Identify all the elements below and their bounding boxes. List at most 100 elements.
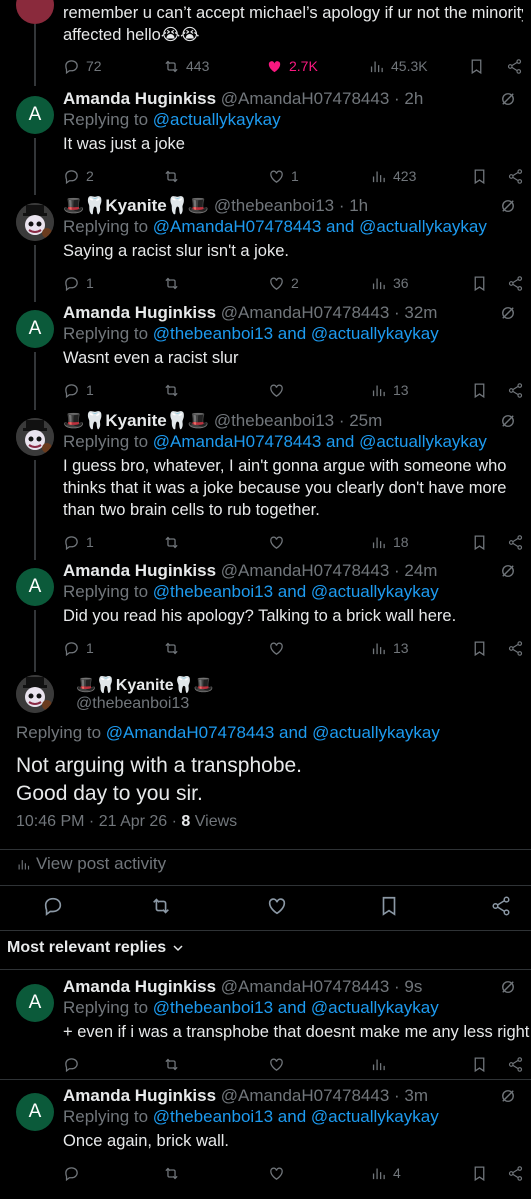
views-button[interactable]: [370, 1053, 393, 1075]
bookmark-button[interactable]: [471, 1162, 488, 1184]
replying-to-link[interactable]: @thebeanboi13 and @actuallykaykay: [153, 998, 439, 1017]
author-name[interactable]: Amanda Huginkiss: [63, 89, 216, 108]
views-button[interactable]: 13: [370, 379, 409, 401]
author-name[interactable]: Amanda Huginkiss: [63, 561, 216, 580]
avatar[interactable]: A: [16, 984, 54, 1022]
share-button[interactable]: [507, 531, 524, 553]
bookmark-button[interactable]: [471, 379, 488, 401]
bookmark-button[interactable]: [471, 272, 488, 294]
views-button[interactable]: 45.3K: [368, 55, 428, 77]
reply-button[interactable]: 1: [63, 531, 94, 553]
share-button[interactable]: [507, 1053, 524, 1075]
author-name[interactable]: Amanda Huginkiss: [63, 303, 216, 322]
like-button[interactable]: [268, 1162, 291, 1184]
reply-tweet[interactable]: 🎩🦷Kyanite🦷🎩 @thebeanboi13 · 1h Replying t…: [0, 195, 531, 302]
author-name[interactable]: 🎩🦷Kyanite🦷🎩: [63, 411, 209, 430]
avatar[interactable]: A: [16, 568, 54, 606]
avatar[interactable]: A: [16, 96, 54, 134]
reply-tweet[interactable]: A Amanda Huginkiss @AmandaH07478443 · 24m…: [0, 560, 531, 672]
views-button[interactable]: 13: [370, 637, 409, 659]
replying-to-link[interactable]: @AmandaH07478443 and @actuallykaykay: [106, 723, 440, 742]
reply-tweet[interactable]: A Amanda Huginkiss @AmandaH07478443 · 32m…: [0, 302, 531, 410]
grok-icon[interactable]: [499, 1087, 517, 1105]
like-button[interactable]: [268, 1053, 291, 1075]
reply-tweet[interactable]: 🎩🦷Kyanite🦷🎩 @thebeanboi13 · 25m Replying …: [0, 410, 531, 560]
share-button[interactable]: [507, 165, 524, 187]
grok-icon[interactable]: [499, 90, 517, 108]
views-button[interactable]: 36: [370, 272, 409, 294]
avatar[interactable]: [16, 203, 54, 241]
bookmark-icon[interactable]: [378, 895, 400, 917]
like-button[interactable]: 1: [268, 165, 299, 187]
reply-button[interactable]: 1: [63, 637, 94, 659]
share-button[interactable]: [507, 272, 524, 294]
repost-icon[interactable]: [150, 895, 172, 917]
replying-to-link[interactable]: @actuallykaykay: [153, 110, 281, 129]
author-name[interactable]: Amanda Huginkiss: [63, 977, 216, 996]
replying-to-link[interactable]: @thebeanboi13 and @actuallykaykay: [153, 324, 439, 343]
like-button[interactable]: [268, 531, 291, 553]
like-button[interactable]: 2: [268, 272, 299, 294]
like-button[interactable]: [268, 637, 291, 659]
top-tweet-avatar[interactable]: [16, 0, 54, 24]
repost-button[interactable]: [163, 165, 186, 187]
views-button[interactable]: 4: [370, 1162, 401, 1184]
repost-button[interactable]: [163, 1053, 186, 1075]
repost-button[interactable]: [163, 272, 186, 294]
replying-to-link[interactable]: @thebeanboi13 and @actuallykaykay: [153, 1107, 439, 1126]
reply-tweet[interactable]: A Amanda Huginkiss @AmandaH07478443 · 2h R…: [0, 88, 531, 195]
share-button[interactable]: [507, 637, 524, 659]
share-button[interactable]: [506, 55, 523, 77]
avatar[interactable]: A: [16, 310, 54, 348]
bookmark-button[interactable]: [471, 531, 488, 553]
author-handle[interactable]: @AmandaH07478443 · 3m: [221, 1086, 428, 1105]
author-name[interactable]: Amanda Huginkiss: [63, 1086, 216, 1105]
author-handle[interactable]: @AmandaH07478443 · 32m: [221, 303, 438, 322]
view-activity-link[interactable]: View post activity: [16, 854, 166, 874]
author-handle[interactable]: @thebeanboi13 · 1h: [214, 196, 368, 215]
reply-button[interactable]: [63, 1053, 86, 1075]
avatar[interactable]: [16, 675, 54, 713]
reply-button[interactable]: [63, 1162, 86, 1184]
repost-button[interactable]: 443: [163, 55, 209, 77]
reply-tweet[interactable]: A Amanda Huginkiss @AmandaH07478443 · 3m R…: [0, 1085, 531, 1193]
repost-button[interactable]: [163, 1162, 186, 1184]
reply-button[interactable]: 72: [63, 55, 102, 77]
author-handle[interactable]: @thebeanboi13: [76, 695, 189, 713]
author-handle[interactable]: @AmandaH07478443 · 24m: [221, 561, 438, 580]
grok-icon[interactable]: [499, 412, 517, 430]
grok-icon[interactable]: [499, 304, 517, 322]
author-handle[interactable]: @AmandaH07478443 · 9s: [221, 977, 423, 996]
grok-icon[interactable]: [499, 562, 517, 580]
reply-button[interactable]: 1: [63, 379, 94, 401]
sort-dropdown[interactable]: Most relevant replies: [7, 939, 184, 957]
replying-to-link[interactable]: @AmandaH07478443 and @actuallykaykay: [153, 217, 487, 236]
reply-button[interactable]: 2: [63, 165, 94, 187]
repost-button[interactable]: [163, 637, 186, 659]
share-icon[interactable]: [490, 895, 512, 917]
share-button[interactable]: [507, 379, 524, 401]
like-button[interactable]: 2.7K: [266, 55, 318, 77]
bookmark-button[interactable]: [471, 1053, 488, 1075]
grok-icon[interactable]: [499, 197, 517, 215]
author-name[interactable]: 🎩🦷Kyanite🦷🎩: [76, 675, 213, 695]
top-tweet[interactable]: remember u can’t accept michael’s apolog…: [0, 0, 531, 88]
like-button[interactable]: [268, 379, 291, 401]
bookmark-button[interactable]: [471, 165, 488, 187]
avatar[interactable]: [16, 418, 54, 456]
bookmark-button[interactable]: [468, 55, 485, 77]
avatar[interactable]: A: [16, 1093, 54, 1131]
share-button[interactable]: [507, 1162, 524, 1184]
author-handle[interactable]: @AmandaH07478443 · 2h: [221, 89, 424, 108]
repost-button[interactable]: [163, 379, 186, 401]
reply-tweet[interactable]: A Amanda Huginkiss @AmandaH07478443 · 9s R…: [0, 976, 531, 1084]
repost-button[interactable]: [163, 531, 186, 553]
heart-icon[interactable]: [266, 895, 288, 917]
views-button[interactable]: 423: [370, 165, 416, 187]
author-handle[interactable]: @thebeanboi13 · 25m: [214, 411, 382, 430]
replying-to-link[interactable]: @AmandaH07478443 and @actuallykaykay: [153, 432, 487, 451]
views-button[interactable]: 18: [370, 531, 409, 553]
reply-button[interactable]: 1: [63, 272, 94, 294]
grok-icon[interactable]: [499, 978, 517, 996]
reply-icon[interactable]: [42, 895, 64, 917]
